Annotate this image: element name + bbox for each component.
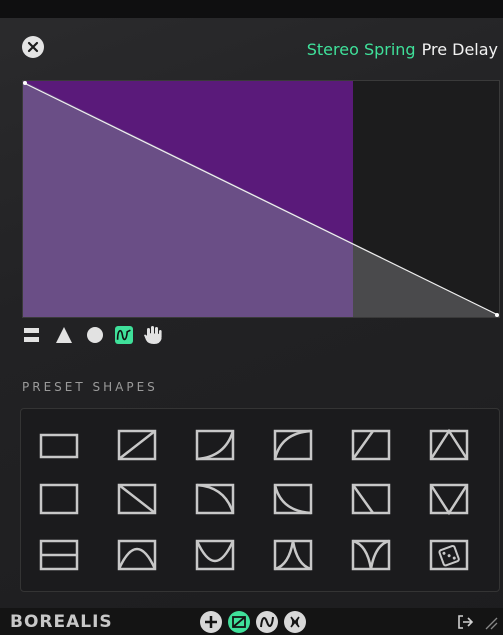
- bowl-shape-icon: [195, 539, 235, 571]
- curve-end-point[interactable]: [495, 313, 499, 317]
- preset-ramp-up[interactable]: [117, 427, 157, 463]
- arch-shape-icon: [117, 539, 157, 571]
- valley-shape-icon: [351, 539, 391, 571]
- tool-triangle[interactable]: [53, 324, 75, 346]
- flat-alt-shape-icon: [39, 483, 79, 515]
- exit-icon[interactable]: [456, 613, 474, 631]
- resize-grip-icon[interactable]: [482, 614, 498, 630]
- curve-down-shape-icon: [195, 483, 235, 515]
- close-icon: [27, 41, 39, 53]
- preset-split[interactable]: [39, 537, 79, 573]
- tool-circle[interactable]: [84, 324, 106, 346]
- random-dice-icon: [429, 539, 469, 571]
- preset-arch[interactable]: [117, 537, 157, 573]
- steep-down-shape-icon: [351, 483, 391, 515]
- preset-curve-down[interactable]: [195, 481, 235, 517]
- tool-flat[interactable]: [22, 324, 44, 346]
- ramp-up-shape-icon: [117, 429, 157, 461]
- preset-flat[interactable]: [39, 427, 79, 463]
- curve-up-shape-icon: [195, 429, 235, 461]
- steep-up-shape-icon: [351, 429, 391, 461]
- lfo-icon: [260, 616, 274, 628]
- top-strip: [0, 0, 503, 18]
- preset-flat-alt[interactable]: [39, 481, 79, 517]
- preset-peak[interactable]: [273, 537, 313, 573]
- circle-icon: [87, 327, 103, 343]
- envelope-icon: [232, 616, 246, 628]
- peak-shape-icon: [273, 539, 313, 571]
- ramp-down-shape-icon: [117, 483, 157, 515]
- curve-start-point[interactable]: [23, 81, 27, 85]
- modulation-graph[interactable]: [22, 80, 500, 318]
- preset-ramp-down[interactable]: [117, 481, 157, 517]
- preset-random[interactable]: [429, 537, 469, 573]
- mod-random-button[interactable]: [284, 611, 306, 633]
- preset-steep-up[interactable]: [351, 427, 391, 463]
- log-down-shape-icon: [273, 483, 313, 515]
- preset-log-up[interactable]: [273, 427, 313, 463]
- log-up-shape-icon: [273, 429, 313, 461]
- preset-curve-up[interactable]: [195, 427, 235, 463]
- wave-icon: [116, 329, 131, 341]
- preset-bowl[interactable]: [195, 537, 235, 573]
- mod-envelope-button[interactable]: [228, 611, 250, 633]
- v-shape-icon: [429, 483, 469, 516]
- bottom-bar: BOREALIS: [0, 608, 503, 635]
- preset-steep-down[interactable]: [351, 481, 391, 517]
- preset-log-down[interactable]: [273, 481, 313, 517]
- draw-toolbar: [22, 322, 164, 348]
- tool-wave[interactable]: [115, 326, 133, 344]
- preset-valley[interactable]: [351, 537, 391, 573]
- flat-shape-icon: [39, 433, 79, 459]
- flat-icon: [24, 328, 39, 342]
- preset-v[interactable]: [429, 481, 469, 517]
- random-icon: [290, 616, 300, 628]
- mod-add-button[interactable]: [200, 611, 222, 633]
- param-name[interactable]: Pre Delay: [422, 40, 498, 59]
- header-title: Stereo Spring Pre Delay: [307, 40, 498, 59]
- triangle-shape-icon: [429, 428, 469, 461]
- preset-shapes-label: PRESET SHAPES: [22, 380, 158, 394]
- tool-hand[interactable]: [142, 324, 164, 346]
- close-button[interactable]: [22, 36, 44, 58]
- modulation-selector: [200, 611, 306, 633]
- brand-logo: BOREALIS: [10, 612, 113, 632]
- effect-name: Stereo Spring: [306, 40, 416, 59]
- mod-lfo-button[interactable]: [256, 611, 278, 633]
- preset-triangle[interactable]: [429, 427, 469, 463]
- preset-shapes-panel: [20, 408, 500, 592]
- triangle-icon: [56, 327, 72, 343]
- add-icon: [205, 616, 217, 628]
- split-shape-icon: [39, 539, 79, 571]
- hand-icon: [144, 326, 162, 344]
